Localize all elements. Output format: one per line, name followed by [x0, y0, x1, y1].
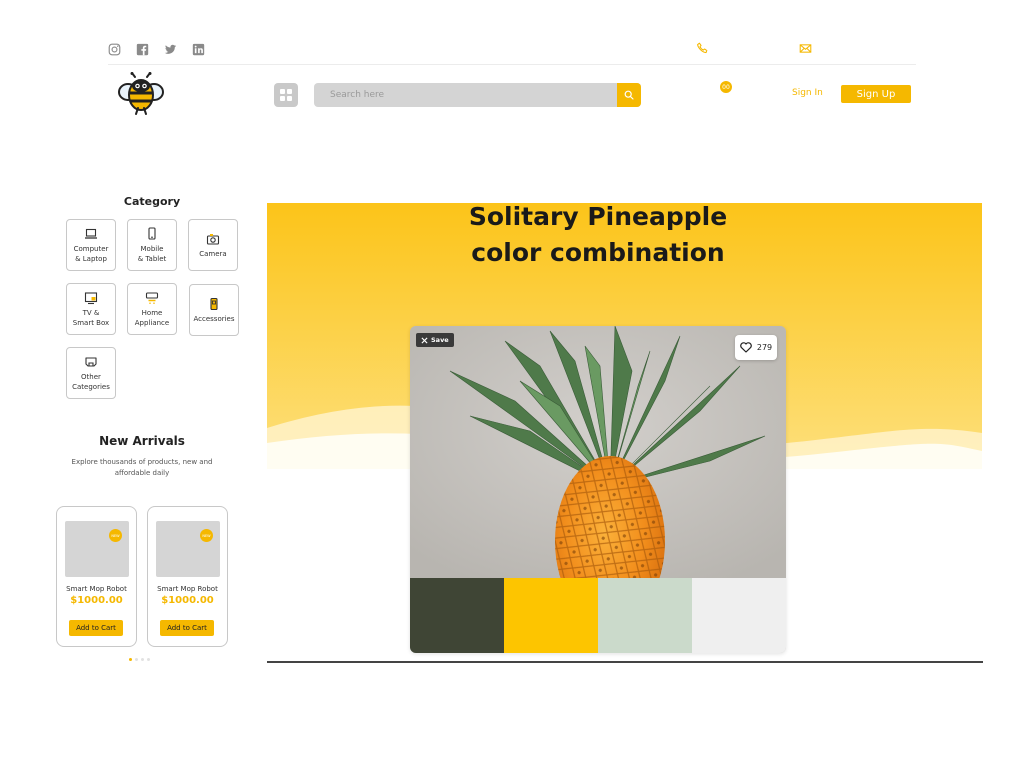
- instagram-icon[interactable]: [108, 43, 121, 56]
- heart-icon: [740, 342, 752, 353]
- carousel-dot[interactable]: [141, 658, 144, 661]
- category-label: Home Appliance: [134, 308, 170, 327]
- section-divider: [267, 661, 983, 663]
- linkedin-icon[interactable]: [192, 43, 205, 56]
- carousel-dot[interactable]: [135, 658, 138, 661]
- color-palette: [410, 578, 786, 653]
- phone-icon[interactable]: [696, 42, 709, 55]
- bee-logo[interactable]: [117, 72, 165, 116]
- palette-card[interactable]: Save 279: [410, 326, 786, 653]
- carousel-dot[interactable]: [129, 658, 132, 661]
- cart-count-badge[interactable]: 00: [720, 81, 732, 93]
- category-tv-smart-box[interactable]: TV & Smart Box: [66, 283, 116, 335]
- category-home-appliance[interactable]: Home Appliance: [127, 283, 177, 335]
- product-name[interactable]: Smart Mop Robot: [57, 585, 136, 593]
- category-computer-laptop[interactable]: Computer & Laptop: [66, 219, 116, 271]
- add-to-cart-button[interactable]: Add to Cart: [69, 620, 123, 636]
- sign-in-link[interactable]: Sign In: [792, 88, 823, 98]
- tv-icon: [84, 291, 98, 304]
- facebook-icon[interactable]: [136, 43, 149, 56]
- category-label: Other Categories: [72, 372, 110, 391]
- category-label: Camera: [199, 249, 227, 258]
- new-arrivals-heading: New Arrivals: [99, 434, 185, 448]
- product-price: $1000.00: [70, 595, 123, 606]
- bookmark-icon: [421, 336, 428, 344]
- swatch-sage[interactable]: [598, 578, 692, 653]
- new-badge: NEW: [109, 529, 122, 542]
- product-card[interactable]: NEW Smart Mop Robot $1000.00 Add to Cart: [147, 506, 228, 647]
- social-links: [108, 43, 205, 56]
- twitter-icon[interactable]: [164, 43, 177, 56]
- appliance-icon: [145, 291, 159, 304]
- category-label: Mobile & Tablet: [137, 244, 167, 263]
- new-badge: NEW: [200, 529, 213, 542]
- product-price: $1000.00: [161, 595, 214, 606]
- category-heading: Category: [123, 195, 181, 208]
- category-label: Accessories: [193, 314, 235, 323]
- carousel-dots: [129, 658, 150, 661]
- product-name[interactable]: Smart Mop Robot: [148, 585, 227, 593]
- category-label: Computer & Laptop: [73, 244, 109, 263]
- category-camera[interactable]: Camera: [188, 219, 238, 271]
- swatch-dark-olive[interactable]: [410, 578, 504, 653]
- category-label: TV & Smart Box: [72, 308, 110, 327]
- camera-icon: [206, 233, 220, 245]
- like-count: 279: [756, 343, 773, 352]
- search-input[interactable]: [314, 90, 614, 100]
- search-bar: [314, 83, 641, 107]
- accessories-icon: [210, 297, 218, 310]
- swatch-yellow[interactable]: [504, 578, 598, 653]
- search-icon: [624, 90, 634, 100]
- category-other[interactable]: Other Categories: [66, 347, 116, 399]
- header-divider: [108, 64, 916, 65]
- carousel-dot[interactable]: [147, 658, 150, 661]
- swatch-light-gray[interactable]: [692, 578, 786, 653]
- new-arrivals-subtitle: Explore thousands of products, new and a…: [71, 458, 213, 477]
- save-label: Save: [431, 336, 449, 344]
- sign-up-button[interactable]: Sign Up: [841, 85, 911, 103]
- product-card[interactable]: NEW Smart Mop Robot $1000.00 Add to Cart: [56, 506, 137, 647]
- add-to-cart-button[interactable]: Add to Cart: [160, 620, 214, 636]
- laptop-icon: [85, 228, 97, 239]
- grid-icon: [280, 89, 292, 101]
- category-mobile-tablet[interactable]: Mobile & Tablet: [127, 219, 177, 271]
- save-button[interactable]: Save: [416, 333, 454, 347]
- other-icon: [85, 356, 97, 367]
- category-menu-button[interactable]: [274, 83, 298, 107]
- mail-icon[interactable]: [799, 42, 812, 55]
- hero-title: Solitary Pineapple color combination: [468, 202, 728, 267]
- category-accessories[interactable]: Accessories: [189, 284, 239, 336]
- mobile-icon: [148, 226, 156, 240]
- search-button[interactable]: [617, 83, 641, 107]
- like-button[interactable]: 279: [735, 335, 777, 360]
- pineapple-photo: [410, 326, 786, 578]
